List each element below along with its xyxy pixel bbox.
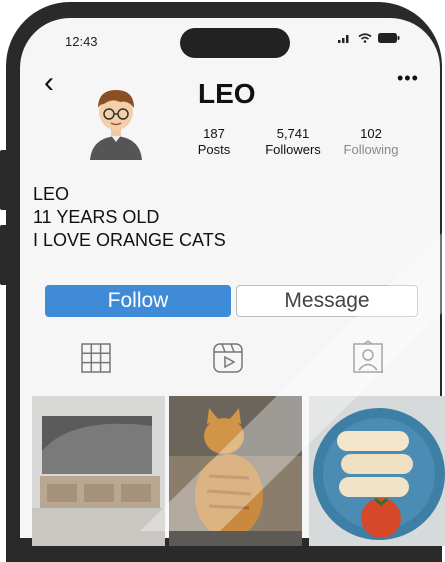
follow-button[interactable]: Follow: [45, 285, 231, 317]
status-time: 12:43: [65, 34, 98, 49]
tagged-icon[interactable]: [350, 340, 386, 376]
back-chevron-icon[interactable]: ‹: [44, 68, 54, 98]
stat-posts-value: 187: [203, 126, 225, 141]
status-icons: [338, 33, 400, 43]
signal-icon: [338, 35, 349, 43]
stat-following[interactable]: 102 Following: [336, 126, 406, 158]
phone-side-button: [0, 225, 8, 285]
food-plate-photo[interactable]: [306, 396, 445, 546]
phone-side-button: [0, 150, 8, 210]
avatar: [90, 90, 142, 160]
stat-following-value: 102: [360, 126, 382, 141]
living-room-tv-photo[interactable]: [32, 396, 165, 546]
stat-posts: 187 Posts: [196, 126, 232, 158]
stat-following-label: Following: [343, 142, 399, 157]
reels-icon[interactable]: [210, 340, 246, 376]
grid-icon[interactable]: [78, 340, 114, 376]
profile-tabs: [20, 340, 440, 380]
bio-line: LEO: [33, 184, 70, 204]
orange-cat-photo[interactable]: [169, 396, 302, 546]
bio-line: I LOVE ORANGE CATS: [33, 230, 226, 250]
wifi-icon: [358, 33, 372, 43]
battery-icon: [378, 33, 400, 43]
more-options-icon[interactable]: •••: [397, 68, 419, 89]
stat-followers-label: Followers: [265, 142, 321, 157]
photo-grid: [32, 396, 445, 546]
dynamic-island: [180, 28, 290, 58]
stat-followers[interactable]: 5,741 Followers: [258, 126, 328, 158]
message-button[interactable]: Message: [236, 285, 418, 317]
stat-followers-value: 5,741: [276, 126, 310, 141]
bio-line: 11 YEARS OLD: [33, 207, 160, 227]
profile-username: LEO: [198, 78, 256, 109]
stat-posts-label: Posts: [197, 142, 231, 157]
profile-bio: LEO 11 YEARS OLD I LOVE ORANGE CATS: [33, 183, 226, 252]
